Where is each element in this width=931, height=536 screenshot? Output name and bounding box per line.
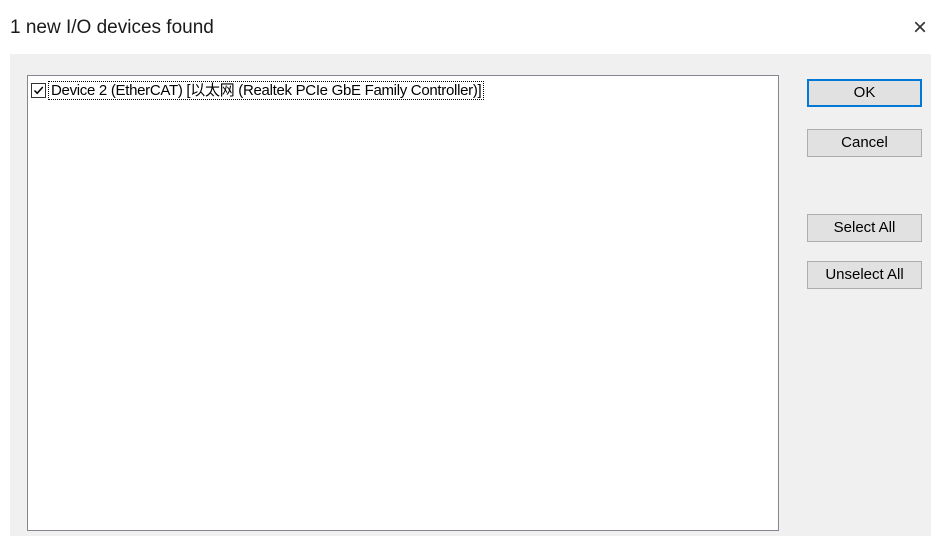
dialog-body: Device 2 (EtherCAT) [以太网 (Realtek PCIe G… [10, 54, 931, 536]
cancel-button[interactable]: Cancel [807, 129, 922, 157]
select-all-button[interactable]: Select All [807, 214, 922, 242]
title-bar: 1 new I/O devices found × [0, 0, 931, 54]
dialog-title: 1 new I/O devices found [10, 17, 214, 38]
device-label: Device 2 (EtherCAT) [以太网 (Realtek PCIe G… [48, 80, 485, 100]
list-item[interactable]: Device 2 (EtherCAT) [以太网 (Realtek PCIe G… [31, 80, 485, 100]
device-list[interactable]: Device 2 (EtherCAT) [以太网 (Realtek PCIe G… [27, 75, 779, 531]
ok-button[interactable]: OK [807, 79, 922, 107]
unselect-all-button[interactable]: Unselect All [807, 261, 922, 289]
checkmark-icon [33, 86, 44, 94]
device-checkbox[interactable] [31, 82, 46, 98]
new-io-devices-dialog: 1 new I/O devices found × Device 2 (Ethe… [0, 0, 931, 536]
close-icon[interactable]: × [913, 10, 931, 46]
